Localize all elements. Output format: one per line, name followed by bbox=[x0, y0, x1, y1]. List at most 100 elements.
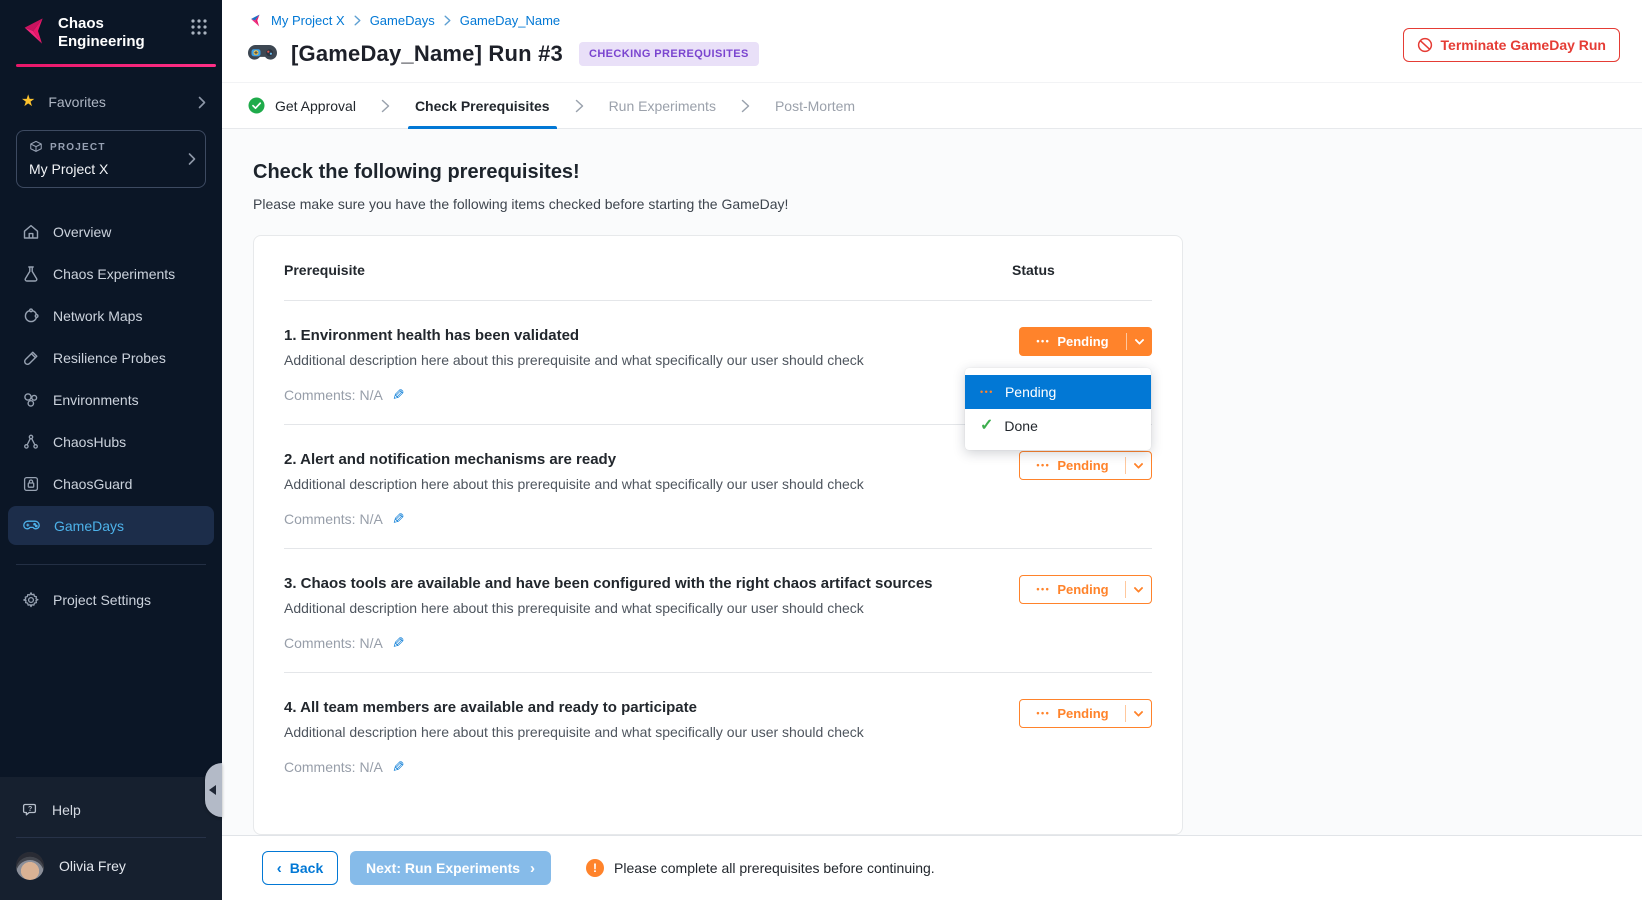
edit-pencil-icon[interactable]: ✎ bbox=[392, 758, 405, 776]
status-dropdown-button[interactable]: •••Pending bbox=[1019, 327, 1152, 356]
sidebar-collapse-handle[interactable] bbox=[205, 763, 222, 817]
back-button[interactable]: ‹ Back bbox=[262, 851, 338, 885]
table-row: 4. All team members are available and re… bbox=[284, 673, 1152, 796]
gamepad-icon bbox=[247, 43, 278, 66]
prerequisite-description: Additional description here about this p… bbox=[284, 724, 982, 740]
breadcrumb-gameday-name[interactable]: GameDay_Name bbox=[460, 13, 560, 28]
table-header: Prerequisite Status bbox=[284, 262, 1152, 278]
content-heading: Check the following prerequisites! bbox=[253, 161, 1642, 184]
chaos-mini-logo-icon bbox=[247, 13, 262, 28]
hub-icon bbox=[22, 433, 40, 451]
prohibit-icon bbox=[1417, 37, 1433, 53]
footer-warning: ! Please complete all prerequisites befo… bbox=[586, 859, 935, 877]
chevron-right-icon bbox=[354, 15, 361, 26]
project-selector[interactable]: PROJECT My Project X bbox=[16, 130, 206, 188]
warning-icon: ! bbox=[586, 859, 604, 877]
run-stepper: Get Approval Check Prerequisites Run Exp… bbox=[222, 82, 1642, 129]
edit-pencil-icon[interactable]: ✎ bbox=[392, 386, 405, 404]
prerequisite-title: 3. Chaos tools are available and have be… bbox=[284, 575, 982, 592]
sidebar-item-favorites[interactable]: ★ Favorites bbox=[0, 94, 222, 110]
pending-dots-icon: ••• bbox=[1036, 585, 1050, 594]
breadcrumb-project[interactable]: My Project X bbox=[271, 13, 345, 28]
check-circle-icon bbox=[248, 97, 265, 114]
sidebar-item-chaoshubs[interactable]: ChaosHubs bbox=[8, 422, 214, 461]
chevron-down-icon[interactable] bbox=[1126, 462, 1151, 469]
status-dropdown-button[interactable]: •••Pending bbox=[1019, 575, 1152, 604]
dropdown-option-pending[interactable]: ••• Pending bbox=[965, 375, 1151, 409]
cube-icon bbox=[29, 140, 43, 154]
chevron-down-icon[interactable] bbox=[1126, 586, 1151, 593]
main-area: My Project X GameDays GameDay_Name [Game… bbox=[222, 0, 1642, 900]
shield-lock-icon bbox=[22, 475, 40, 493]
probe-icon bbox=[22, 349, 40, 367]
chevron-down-icon[interactable] bbox=[1126, 710, 1151, 717]
step-run-experiments[interactable]: Run Experiments bbox=[609, 83, 716, 128]
footer-bar: ‹ Back Next: Run Experiments › ! Please … bbox=[222, 835, 1642, 900]
flask-icon bbox=[22, 265, 40, 283]
comments-row: Comments: N/A ✎ bbox=[284, 758, 982, 776]
step-check-prerequisites[interactable]: Check Prerequisites bbox=[415, 83, 550, 128]
dropdown-option-done[interactable]: ✓ Done bbox=[965, 409, 1151, 443]
sidebar-item-label: ChaosGuard bbox=[53, 476, 132, 492]
chevron-left-icon: ‹ bbox=[277, 861, 282, 876]
warning-text: Please complete all prerequisites before… bbox=[614, 860, 935, 876]
page-header: My Project X GameDays GameDay_Name [Game… bbox=[222, 0, 1642, 82]
brand-name: Chaos Engineering bbox=[58, 15, 180, 51]
edit-pencil-icon[interactable]: ✎ bbox=[392, 510, 405, 528]
chevron-right-icon bbox=[741, 99, 750, 113]
sidebar-item-label: GameDays bbox=[54, 518, 124, 534]
prerequisite-title: 1. Environment health has been validated bbox=[284, 327, 982, 344]
user-name: Olivia Frey bbox=[59, 858, 126, 874]
prerequisite-title: 2. Alert and notification mechanisms are… bbox=[284, 451, 982, 468]
comments-row: Comments: N/A ✎ bbox=[284, 386, 982, 404]
sidebar-nav: Overview Chaos Experiments Network Maps … bbox=[0, 212, 222, 545]
pending-dots-icon: ••• bbox=[1036, 337, 1050, 346]
check-icon: ✓ bbox=[980, 418, 993, 434]
brand: Chaos Engineering bbox=[0, 0, 222, 61]
col-status: Status bbox=[1012, 262, 1152, 278]
chevron-right-icon bbox=[188, 153, 196, 166]
sidebar-item-network-maps[interactable]: Network Maps bbox=[8, 296, 214, 335]
terminate-gameday-button[interactable]: Terminate GameDay Run bbox=[1403, 28, 1620, 62]
prerequisite-description: Additional description here about this p… bbox=[284, 600, 982, 616]
sidebar-item-resilience-probes[interactable]: Resilience Probes bbox=[8, 338, 214, 377]
sidebar-item-gamedays[interactable]: GameDays bbox=[8, 506, 214, 545]
step-post-mortem[interactable]: Post-Mortem bbox=[775, 83, 855, 128]
step-get-approval[interactable]: Get Approval bbox=[248, 83, 356, 128]
sidebar-item-environments[interactable]: Environments bbox=[8, 380, 214, 419]
collapse-arrow-icon bbox=[209, 785, 216, 795]
sidebar-item-chaosguard[interactable]: ChaosGuard bbox=[8, 464, 214, 503]
status-dropdown-menu: ••• Pending ✓ Done bbox=[965, 368, 1151, 450]
help-label: Help bbox=[52, 802, 81, 818]
chevron-down-icon[interactable] bbox=[1127, 338, 1152, 345]
sidebar-item-label: ChaosHubs bbox=[53, 434, 126, 450]
status-dropdown-button[interactable]: •••Pending bbox=[1019, 451, 1152, 480]
edit-pencil-icon[interactable]: ✎ bbox=[392, 634, 405, 652]
content-subheading: Please make sure you have the following … bbox=[253, 196, 1642, 212]
prerequisite-description: Additional description here about this p… bbox=[284, 476, 982, 492]
status-dropdown-button[interactable]: •••Pending bbox=[1019, 699, 1152, 728]
breadcrumb-gamedays[interactable]: GameDays bbox=[370, 13, 435, 28]
chevron-right-icon bbox=[381, 99, 390, 113]
sidebar-item-help[interactable]: ? Help bbox=[0, 787, 222, 833]
comments-row: Comments: N/A ✎ bbox=[284, 510, 982, 528]
sidebar-item-label: Environments bbox=[53, 392, 139, 408]
prerequisite-description: Additional description here about this p… bbox=[284, 352, 982, 368]
sidebar-divider bbox=[16, 564, 206, 565]
pending-dots-icon: ••• bbox=[1036, 461, 1050, 470]
chevron-right-icon bbox=[575, 99, 584, 113]
network-map-icon bbox=[22, 307, 40, 325]
sidebar-item-label: Chaos Experiments bbox=[53, 266, 175, 282]
next-run-experiments-button[interactable]: Next: Run Experiments › bbox=[350, 851, 551, 885]
sidebar-item-label: Overview bbox=[53, 224, 111, 240]
content-area: Check the following prerequisites! Pleas… bbox=[222, 129, 1642, 898]
sidebar-item-overview[interactable]: Overview bbox=[8, 212, 214, 251]
user-profile[interactable]: Olivia Frey bbox=[0, 838, 222, 900]
apps-grid-icon[interactable] bbox=[190, 18, 208, 36]
sidebar-item-project-settings[interactable]: Project Settings bbox=[0, 582, 222, 618]
breadcrumb: My Project X GameDays GameDay_Name bbox=[247, 13, 1618, 28]
sidebar-item-chaos-experiments[interactable]: Chaos Experiments bbox=[8, 254, 214, 293]
sidebar-item-label: Project Settings bbox=[53, 592, 151, 608]
sidebar-bottom: ? Help Olivia Frey bbox=[0, 777, 222, 900]
svg-text:?: ? bbox=[28, 805, 32, 812]
